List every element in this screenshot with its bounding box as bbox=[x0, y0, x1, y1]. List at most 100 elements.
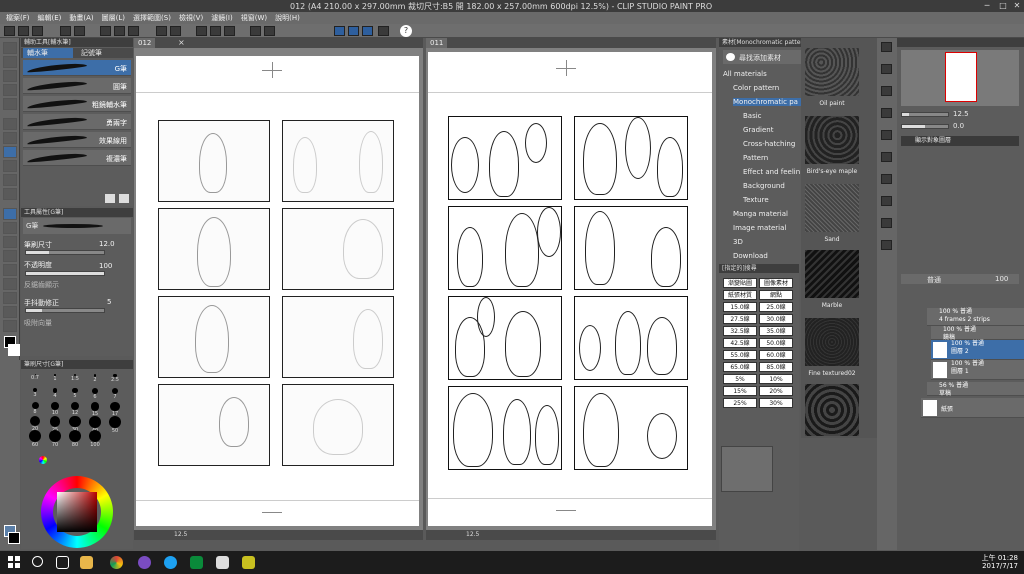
pen-tool-icon[interactable] bbox=[3, 118, 17, 130]
skype-icon[interactable] bbox=[164, 556, 177, 569]
snap-ruler-icon[interactable] bbox=[334, 26, 345, 36]
tab-doc-012[interactable]: 012 bbox=[134, 38, 156, 48]
tree-cross-hatching[interactable]: Cross-hatching bbox=[743, 140, 795, 148]
color-wheel-tab-icon[interactable] bbox=[39, 456, 47, 464]
navigator-zoom[interactable]: 12.5 bbox=[953, 110, 969, 118]
brush-size-preset[interactable]: 100 bbox=[85, 430, 105, 448]
tag-button[interactable]: 圖像素材 bbox=[759, 278, 793, 288]
brush-size-preset[interactable]: 60 bbox=[25, 430, 45, 448]
tag-button[interactable]: 30% bbox=[759, 398, 793, 408]
menu-help[interactable]: 說明(H) bbox=[275, 12, 300, 24]
color-wheel[interactable] bbox=[41, 476, 113, 548]
eraser-tool-icon[interactable] bbox=[3, 188, 17, 200]
animation-icon[interactable] bbox=[881, 218, 892, 228]
brush-size-preset[interactable]: 20 bbox=[25, 416, 45, 432]
brush-item[interactable]: 圓筆 bbox=[23, 78, 131, 94]
layer-opacity[interactable]: 100 bbox=[995, 275, 1008, 283]
tag-button[interactable]: 10% bbox=[759, 374, 793, 384]
tree-image-material[interactable]: Image material bbox=[733, 224, 786, 232]
tag-button[interactable]: 32.5線 bbox=[723, 326, 757, 336]
tree-effect[interactable]: Effect and feelin bbox=[743, 168, 800, 176]
layer-row-selected[interactable]: 100 % 普通 圖層 2 bbox=[931, 340, 1024, 360]
right-zoom-value[interactable]: 12.5 bbox=[466, 530, 479, 540]
tree-background[interactable]: Background bbox=[743, 182, 785, 190]
tree-all-materials[interactable]: All materials bbox=[723, 70, 767, 78]
quick-access-icon[interactable] bbox=[881, 174, 892, 184]
deselect-icon[interactable] bbox=[210, 26, 221, 36]
open-icon[interactable] bbox=[18, 26, 29, 36]
brush-size-preset[interactable]: 25 bbox=[45, 416, 65, 433]
texture-thumb[interactable] bbox=[805, 116, 859, 164]
brush-size-preset[interactable]: 10 bbox=[45, 402, 65, 416]
layer-folder-row[interactable]: 56 % 普通 草稿 bbox=[927, 382, 1024, 397]
brush-item[interactable]: 勇兩字 bbox=[23, 114, 131, 130]
tag-button[interactable]: 35.0線 bbox=[759, 326, 793, 336]
tree-monochromatic-pattern[interactable]: Monochromatic pa bbox=[733, 98, 802, 106]
brush-size-preset[interactable]: 40 bbox=[85, 416, 105, 434]
texture-thumb[interactable] bbox=[805, 318, 859, 366]
fill-icon[interactable] bbox=[170, 26, 181, 36]
tree-gradient[interactable]: Gradient bbox=[743, 126, 773, 134]
pencil-tool-icon[interactable] bbox=[3, 132, 17, 144]
material-icon[interactable] bbox=[881, 196, 892, 206]
line-icon[interactable] bbox=[190, 556, 203, 569]
tab-doc-011[interactable]: 011 bbox=[426, 38, 448, 48]
task-view-icon[interactable] bbox=[56, 556, 69, 569]
invert-selection-icon[interactable] bbox=[224, 26, 235, 36]
history-icon[interactable] bbox=[881, 108, 892, 118]
right-canvas[interactable] bbox=[426, 48, 716, 530]
copy-icon[interactable] bbox=[114, 26, 125, 36]
tab-ink-pen[interactable]: 輔水筆 bbox=[23, 48, 73, 58]
blend-mode-select[interactable]: 普通 100 bbox=[901, 274, 1019, 284]
brush-size-preset[interactable]: 12 bbox=[65, 402, 85, 416]
brush-size-preset[interactable]: 0.7 bbox=[25, 374, 45, 388]
menu-edit[interactable]: 編輯(E) bbox=[38, 12, 62, 24]
close-icon[interactable]: × bbox=[178, 38, 185, 47]
brush-size-preset[interactable]: 2.5 bbox=[105, 374, 125, 388]
auto-action-icon[interactable] bbox=[881, 130, 892, 140]
decoration-tool-icon[interactable] bbox=[3, 174, 17, 186]
lasso-tool-icon[interactable] bbox=[3, 84, 17, 96]
layer-row-paper[interactable]: 紙張 bbox=[921, 398, 1024, 418]
text-tool-icon[interactable] bbox=[3, 292, 17, 304]
sub-color-swatch[interactable] bbox=[8, 344, 20, 356]
app-icon[interactable] bbox=[138, 556, 151, 569]
tag-button[interactable]: 27.5線 bbox=[723, 314, 757, 324]
frame-tool-icon[interactable] bbox=[3, 264, 17, 276]
windows-start-icon[interactable] bbox=[8, 556, 20, 568]
cut-icon[interactable] bbox=[100, 26, 111, 36]
brush-size-preset[interactable]: 3 bbox=[25, 388, 45, 402]
info-icon[interactable] bbox=[881, 86, 892, 96]
tag-button[interactable]: 25% bbox=[723, 398, 757, 408]
tree-download[interactable]: Download bbox=[733, 252, 768, 260]
brush-item[interactable]: 效果線用 bbox=[23, 132, 131, 148]
texture-thumb[interactable] bbox=[805, 384, 859, 436]
paste-icon[interactable] bbox=[128, 26, 139, 36]
redo-icon[interactable] bbox=[74, 26, 85, 36]
brush-item[interactable]: G筆 bbox=[23, 60, 131, 76]
delete-subtool-icon[interactable] bbox=[119, 194, 129, 203]
menu-animation[interactable]: 動畫(A) bbox=[69, 12, 93, 24]
stabilization-slider[interactable] bbox=[25, 308, 105, 313]
gradient-tool-icon[interactable] bbox=[3, 236, 17, 248]
brush-item[interactable]: 複濃筆 bbox=[23, 150, 131, 166]
move-tool-icon[interactable] bbox=[3, 56, 17, 68]
tab-marker[interactable]: 記號筆 bbox=[77, 48, 127, 58]
left-zoom-value[interactable]: 12.5 bbox=[174, 530, 187, 540]
figure-tool-icon[interactable] bbox=[3, 250, 17, 262]
brush-size-preset[interactable]: 6 bbox=[85, 388, 105, 402]
texture-thumb[interactable] bbox=[805, 48, 859, 96]
menu-layer[interactable]: 圖層(L) bbox=[102, 12, 125, 24]
tree-manga-material[interactable]: Manga material bbox=[733, 210, 788, 218]
tag-button[interactable]: 60.0線 bbox=[759, 350, 793, 360]
menu-view[interactable]: 檢視(V) bbox=[179, 12, 203, 24]
sub-color-swatch[interactable] bbox=[8, 532, 20, 544]
blend-tool-icon[interactable] bbox=[3, 208, 17, 220]
tree-color-pattern[interactable]: Color pattern bbox=[733, 84, 779, 92]
chrome-icon[interactable] bbox=[110, 556, 123, 569]
subview-icon[interactable] bbox=[881, 64, 892, 74]
tree-basic[interactable]: Basic bbox=[743, 112, 762, 120]
tag-button[interactable]: 55.0線 bbox=[723, 350, 757, 360]
help-icon[interactable]: ? bbox=[400, 25, 412, 37]
tag-button[interactable]: 網點 bbox=[759, 290, 793, 300]
